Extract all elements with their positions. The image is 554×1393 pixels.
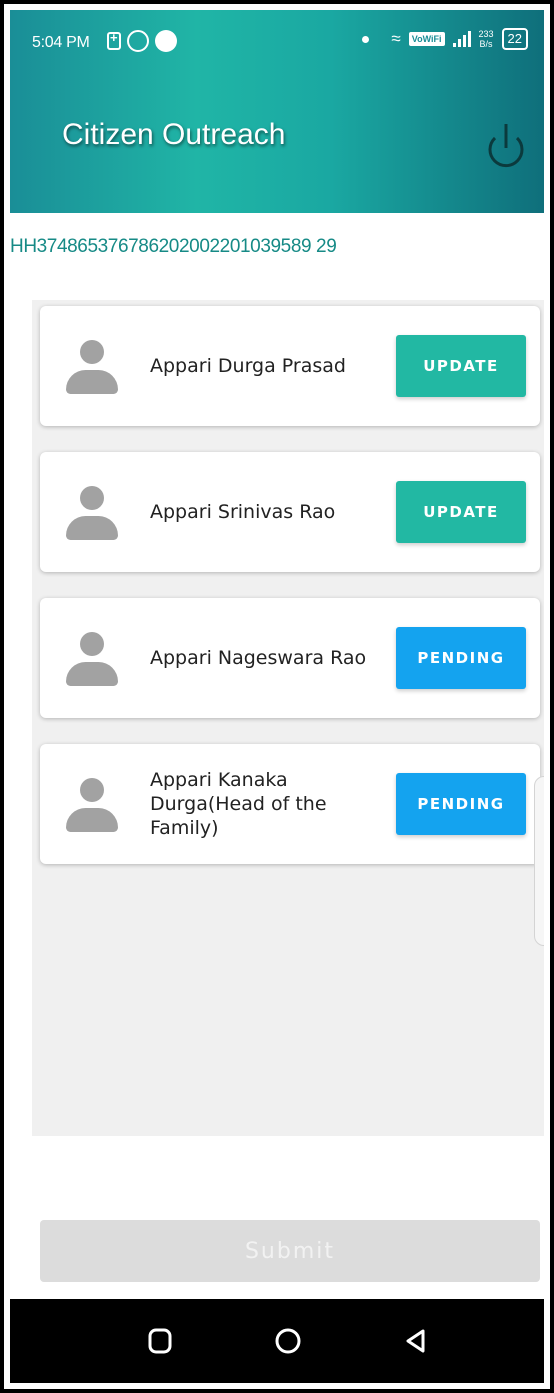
member-name: Appari Durga Prasad <box>150 355 346 377</box>
circle-icon[interactable] <box>266 1319 310 1363</box>
notification-dot-icon <box>155 30 177 52</box>
small-dot-icon <box>362 35 370 43</box>
member-card: Appari Nageswara Rao PENDING <box>40 598 540 718</box>
vowifi-badge: VoWiFi <box>408 32 445 46</box>
member-name: Appari Kanaka Durga(Head of the Family) <box>150 769 327 839</box>
speed-value: 233 <box>478 29 494 39</box>
status-time: 5:04 PM <box>32 34 90 51</box>
member-list: Appari Durga Prasad UPDATE Appari Sriniv… <box>32 300 544 1136</box>
speed-unit: B/s <box>479 39 493 49</box>
network-speed: 233 B/s <box>479 29 494 49</box>
triangle-icon[interactable] <box>394 1319 438 1363</box>
pending-button[interactable]: PENDING <box>396 773 526 835</box>
battery-saver-icon <box>107 30 121 50</box>
app-header: 5:04 PM ≈ VoWiFi <box>10 10 544 213</box>
power-icon-svg <box>488 124 524 168</box>
battery-icon: 22 <box>501 28 528 50</box>
person-icon <box>66 486 118 542</box>
update-button[interactable]: UPDATE <box>396 335 526 397</box>
pending-button[interactable]: PENDING <box>396 627 526 689</box>
screen: 5:04 PM ≈ VoWiFi <box>10 10 544 1383</box>
wifi-icon: ≈ <box>391 29 401 48</box>
member-card: Appari Srinivas Rao UPDATE <box>40 452 540 572</box>
submit-button[interactable]: Submit <box>40 1220 540 1282</box>
member-name: Appari Srinivas Rao <box>150 501 336 523</box>
status-bar: 5:04 PM ≈ VoWiFi <box>10 10 544 74</box>
battery-level: 22 <box>507 31 522 46</box>
signal-icon <box>452 31 471 47</box>
member-card: Appari Durga Prasad UPDATE <box>40 306 540 426</box>
app-title: Citizen Outreach <box>62 118 286 151</box>
square-icon[interactable] <box>138 1319 182 1363</box>
member-name: Appari Nageswara Rao <box>150 647 367 669</box>
update-button[interactable]: UPDATE <box>396 481 526 543</box>
system-nav-bar <box>10 1299 544 1383</box>
power-icon[interactable] <box>486 118 526 172</box>
person-icon <box>66 632 118 688</box>
person-icon <box>66 340 118 396</box>
notification-icons <box>107 30 177 52</box>
system-icons: ≈ VoWiFi 233 B/s 22 <box>362 28 528 50</box>
device-frame: 5:04 PM ≈ VoWiFi <box>0 0 554 1393</box>
household-id: HH374865376786202002201039589 29 <box>10 236 337 257</box>
scroll-handle[interactable] <box>534 776 544 946</box>
member-card: Appari Kanaka Durga(Head of the Family) … <box>40 744 540 864</box>
person-icon <box>66 778 118 834</box>
whatsapp-icon <box>127 30 149 52</box>
